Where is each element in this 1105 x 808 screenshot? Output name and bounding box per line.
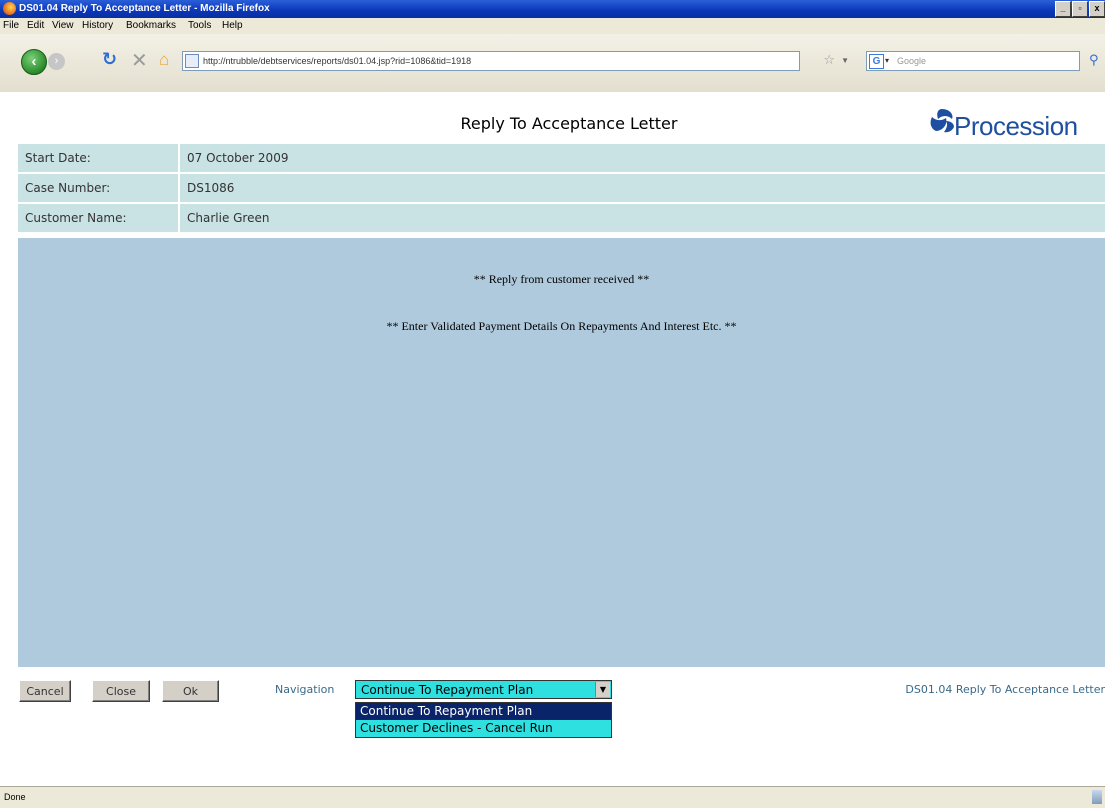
field-divider bbox=[178, 174, 180, 202]
page-identifier: DS01.04 Reply To Acceptance Letter bbox=[905, 683, 1105, 696]
home-icon[interactable]: ⌂ bbox=[159, 50, 169, 70]
reload-icon[interactable]: ↻ bbox=[102, 49, 117, 70]
maximize-button[interactable]: ▫ bbox=[1072, 1, 1088, 17]
menu-help[interactable]: Help bbox=[222, 20, 243, 31]
url-text: http://ntrubble/debtservices/reports/ds0… bbox=[203, 56, 472, 66]
window-title: DS01.04 Reply To Acceptance Letter - Moz… bbox=[19, 3, 270, 14]
navigation-select[interactable]: Continue To Repayment Plan ▼ bbox=[355, 680, 612, 699]
navigation-label: Navigation bbox=[275, 683, 335, 696]
forward-arrow-icon: › bbox=[54, 55, 59, 67]
close-button[interactable]: Close bbox=[92, 680, 150, 702]
search-magnifier-icon[interactable]: ⚲ bbox=[1089, 52, 1099, 68]
back-button[interactable]: ‹ bbox=[21, 49, 47, 75]
status-resize-grip-icon[interactable] bbox=[1092, 790, 1102, 804]
back-arrow-icon: ‹ bbox=[31, 53, 37, 70]
menu-tools[interactable]: Tools bbox=[188, 20, 211, 31]
window-controls: _ ▫ x bbox=[1055, 1, 1105, 17]
menu-file[interactable]: File bbox=[3, 20, 19, 31]
search-engine-icon[interactable]: G bbox=[869, 54, 884, 69]
history-dropdown-icon[interactable]: ▼ bbox=[841, 52, 849, 70]
status-text: Done bbox=[4, 792, 26, 802]
status-bar: Done bbox=[0, 786, 1105, 808]
menu-bar: File Edit View History Bookmarks Tools H… bbox=[0, 18, 1105, 34]
field-label: Customer Name: bbox=[25, 211, 127, 225]
url-bar[interactable]: http://ntrubble/debtservices/reports/ds0… bbox=[182, 51, 849, 71]
field-value: DS1086 bbox=[187, 181, 235, 195]
search-placeholder: Google bbox=[897, 56, 927, 66]
message-enter-payment-details: ** Enter Validated Payment Details On Re… bbox=[386, 319, 737, 333]
navigation-dropdown-list: Continue To Repayment Plan Customer Decl… bbox=[355, 702, 612, 738]
dropdown-arrow-icon[interactable]: ▼ bbox=[595, 682, 610, 697]
case-info-table: Start Date: 07 October 2009 Case Number:… bbox=[18, 144, 1105, 234]
field-row-start-date: Start Date: 07 October 2009 bbox=[18, 144, 1105, 172]
field-label: Start Date: bbox=[25, 151, 91, 165]
bookmark-star-icon[interactable]: ☆ bbox=[823, 51, 835, 69]
field-row-case-number: Case Number: DS1086 bbox=[18, 174, 1105, 202]
menu-edit[interactable]: Edit bbox=[27, 20, 44, 31]
search-engine-dropdown-icon[interactable]: ▾ bbox=[885, 52, 889, 70]
field-divider bbox=[178, 144, 180, 172]
navigation-selected-value: Continue To Repayment Plan bbox=[361, 683, 534, 697]
menu-view[interactable]: View bbox=[52, 20, 74, 31]
menu-bookmarks[interactable]: Bookmarks bbox=[126, 20, 176, 31]
forward-button[interactable]: › bbox=[48, 53, 65, 70]
menu-history[interactable]: History bbox=[82, 20, 113, 31]
site-favicon-icon bbox=[185, 54, 199, 68]
navigation-toolbar: ‹ › ↻ ✕ ⌂ http://ntrubble/debtservices/r… bbox=[0, 34, 1105, 92]
cancel-button[interactable]: Cancel bbox=[19, 680, 71, 702]
field-value: Charlie Green bbox=[187, 211, 270, 225]
field-row-customer-name: Customer Name: Charlie Green bbox=[18, 204, 1105, 232]
field-value: 07 October 2009 bbox=[187, 151, 289, 165]
dropdown-option-customer-declines[interactable]: Customer Declines - Cancel Run bbox=[356, 720, 611, 737]
page-content: Reply To Acceptance Letter Procession St… bbox=[0, 92, 1105, 786]
search-box[interactable]: G ▾ Google bbox=[866, 51, 1080, 71]
window-title-bar[interactable]: DS01.04 Reply To Acceptance Letter - Moz… bbox=[0, 0, 1105, 18]
minimize-button[interactable]: _ bbox=[1055, 1, 1071, 17]
message-reply-received: ** Reply from customer received ** bbox=[473, 272, 650, 286]
procession-logo-text: Procession bbox=[954, 111, 1078, 141]
ok-button[interactable]: Ok bbox=[162, 680, 219, 702]
field-divider bbox=[178, 204, 180, 232]
field-label: Case Number: bbox=[25, 181, 111, 195]
message-panel: ** Reply from customer received ** ** En… bbox=[18, 238, 1105, 667]
stop-icon[interactable]: ✕ bbox=[131, 48, 148, 73]
firefox-icon bbox=[3, 2, 16, 15]
close-window-button[interactable]: x bbox=[1089, 1, 1105, 17]
procession-logo-icon bbox=[930, 109, 954, 133]
dropdown-option-continue-to-repayment-plan[interactable]: Continue To Repayment Plan bbox=[356, 703, 611, 720]
